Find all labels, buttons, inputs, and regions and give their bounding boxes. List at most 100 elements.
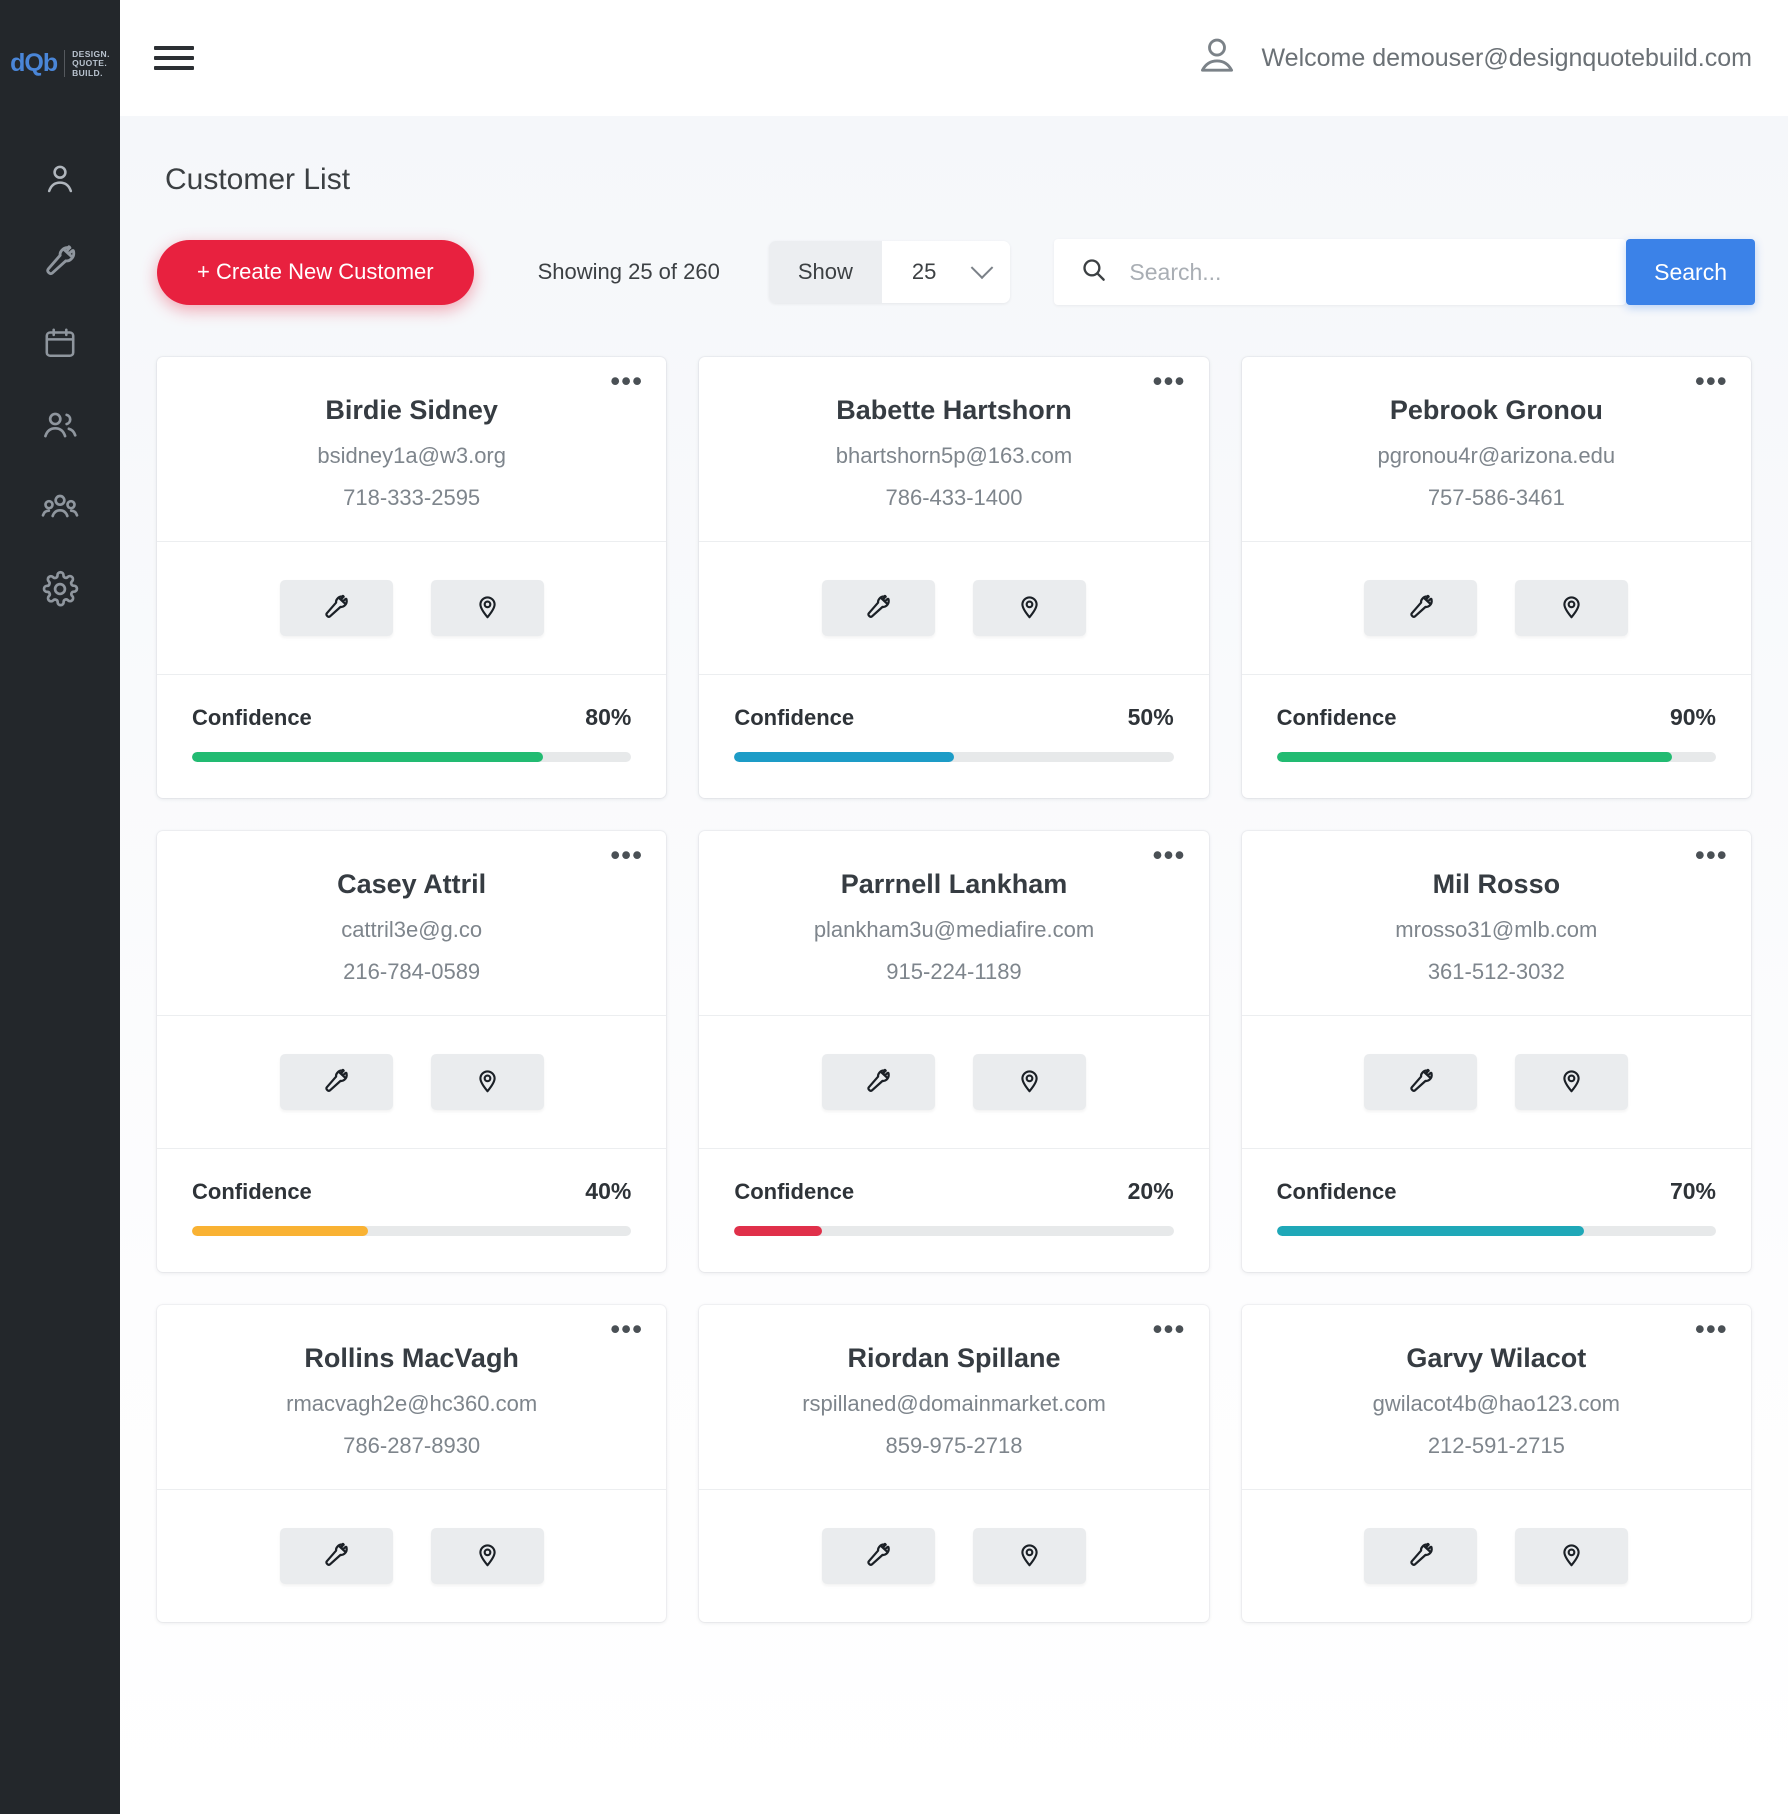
- customer-card: ••• Casey Attril cattril3e@g.co 216-784-058…: [157, 831, 667, 1272]
- customer-name: Rollins MacVagh: [304, 1343, 519, 1373]
- confidence-track: [734, 1226, 1174, 1236]
- customer-phone: 212-591-2715: [1427, 1433, 1565, 1458]
- gear-icon: [41, 570, 79, 608]
- people-icon: [41, 406, 79, 444]
- show-per-page-select[interactable]: 25: [881, 241, 1011, 303]
- calendar-icon: [42, 325, 78, 361]
- customer-card-header: ••• Casey Attril cattril3e@g.co 216-784-058…: [157, 831, 666, 1015]
- customer-email: mrosso31@mlb.com: [1395, 917, 1598, 942]
- customer-phone: 216-784-0589: [343, 959, 481, 984]
- confidence-label: Confidence: [1276, 1179, 1397, 1204]
- more-options-icon[interactable]: •••: [1153, 1316, 1186, 1343]
- customer-jobs-button[interactable]: [1364, 1528, 1478, 1584]
- customer-card: ••• Pebrook Gronou pgronou4r@arizona.edu 75…: [1241, 357, 1751, 798]
- sidebar-item-contacts[interactable]: [0, 384, 120, 466]
- showing-count-text: Showing 25 of 260: [537, 259, 720, 284]
- customer-jobs-button[interactable]: [279, 1054, 393, 1110]
- confidence-row: Confidence 90%: [1277, 704, 1716, 731]
- customer-jobs-button[interactable]: [821, 580, 935, 636]
- customer-jobs-button[interactable]: [1364, 1054, 1478, 1110]
- customer-jobs-button[interactable]: [1364, 580, 1478, 636]
- customer-location-button[interactable]: [972, 580, 1086, 636]
- customer-name: Riordan Spillane: [847, 1343, 1061, 1373]
- customer-card-actions: [1241, 1015, 1751, 1148]
- user-area[interactable]: Welcome demouser@designquotebuild.com: [1194, 33, 1752, 84]
- customer-name: Babette Hartshorn: [836, 395, 1072, 425]
- more-options-icon[interactable]: •••: [1153, 842, 1186, 869]
- customer-location-button[interactable]: [430, 580, 544, 636]
- customer-name: Garvy Wilacot: [1406, 1343, 1587, 1373]
- confidence-row: Confidence 70%: [1277, 1178, 1716, 1205]
- confidence-fill: [1276, 752, 1673, 762]
- customer-email: plankham3u@mediafire.com: [813, 917, 1095, 942]
- page-title: Customer List: [165, 163, 351, 196]
- create-new-customer-button[interactable]: + Create New Customer: [157, 239, 474, 305]
- hammer-icon: [1407, 1067, 1435, 1098]
- customer-card-header: ••• Birdie Sidney bsidney1a@w3.org 718-333-…: [157, 357, 666, 541]
- customer-phone: 361-512-3032: [1427, 959, 1565, 984]
- confidence-row: Confidence 40%: [192, 1178, 631, 1205]
- customer-card: ••• Birdie Sidney bsidney1a@w3.org 718-333-…: [157, 357, 667, 798]
- customer-location-button[interactable]: [430, 1054, 544, 1110]
- customer-card-actions: [1241, 1489, 1751, 1622]
- more-options-icon[interactable]: •••: [1695, 368, 1728, 395]
- more-options-icon[interactable]: •••: [1695, 1316, 1728, 1343]
- confidence-value: 80%: [585, 704, 632, 730]
- user-avatar-icon: [1194, 33, 1240, 84]
- customer-email: bhartshorn5p@163.com: [835, 443, 1073, 468]
- sidebar-item-schedule[interactable]: [0, 302, 120, 384]
- search-button[interactable]: Search: [1626, 239, 1755, 305]
- search-input[interactable]: [1129, 258, 1627, 286]
- customer-jobs-button[interactable]: [279, 580, 393, 636]
- customer-jobs-button[interactable]: [279, 1528, 393, 1584]
- customer-location-button[interactable]: [972, 1054, 1086, 1110]
- topbar: Welcome demouser@designquotebuild.com: [120, 0, 1788, 116]
- hammer-icon: [864, 1067, 892, 1098]
- confidence-label: Confidence: [734, 1179, 855, 1204]
- customer-phone: 786-287-8930: [343, 1433, 481, 1458]
- hamburger-icon[interactable]: [152, 41, 196, 75]
- customer-location-button[interactable]: [972, 1528, 1086, 1584]
- more-options-icon[interactable]: •••: [610, 1316, 643, 1343]
- confidence-label: Confidence: [1276, 705, 1397, 730]
- customer-location-button[interactable]: [1515, 1528, 1629, 1584]
- customer-card-grid: ••• Birdie Sidney bsidney1a@w3.org 718-333-…: [153, 305, 1755, 1622]
- more-options-icon[interactable]: •••: [610, 842, 643, 869]
- logo-tagline: DESIGN. QUOTE. BUILD.: [72, 50, 110, 78]
- sidebar-item-jobs[interactable]: [0, 220, 120, 302]
- customer-location-button[interactable]: [1515, 580, 1629, 636]
- customer-card-header: ••• Garvy Wilacot gwilacot4b@hao123.com 212…: [1242, 1305, 1751, 1489]
- customer-card: ••• Babette Hartshorn bhartshorn5p@163.com…: [699, 357, 1209, 798]
- customer-phone: 915-224-1189: [886, 959, 1022, 984]
- customer-location-button[interactable]: [430, 1528, 544, 1584]
- customer-location-button[interactable]: [1515, 1054, 1629, 1110]
- confidence-fill: [734, 752, 954, 762]
- customer-phone: 786-433-1400: [885, 485, 1023, 510]
- map-pin-icon: [474, 1541, 501, 1571]
- customer-jobs-button[interactable]: [821, 1528, 935, 1584]
- sidebar-item-customers[interactable]: [0, 138, 120, 220]
- sidebar-item-teams[interactable]: [0, 466, 120, 548]
- customer-email: bsidney1a@w3.org: [317, 443, 506, 468]
- show-per-page-value: 25: [911, 259, 937, 284]
- customer-confidence: Confidence 80%: [157, 674, 667, 798]
- customer-card: ••• Riordan Spillane rspillaned@domainmark…: [699, 1305, 1209, 1622]
- confidence-fill: [192, 752, 544, 762]
- customer-email: pgronou4r@arizona.edu: [1377, 443, 1616, 468]
- hammer-icon: [1407, 1541, 1435, 1572]
- toolbar: + Create New Customer Showing 25 of 260 …: [153, 197, 1755, 305]
- customer-jobs-button[interactable]: [821, 1054, 935, 1110]
- customer-name: Pebrook Gronou: [1389, 395, 1603, 425]
- logo[interactable]: dQb DESIGN. QUOTE. BUILD.: [0, 0, 120, 128]
- more-options-icon[interactable]: •••: [1695, 842, 1728, 869]
- customer-name: Casey Attril: [337, 869, 487, 899]
- more-options-icon[interactable]: •••: [1153, 368, 1186, 395]
- confidence-value: 20%: [1127, 1178, 1174, 1204]
- confidence-fill: [192, 1226, 368, 1236]
- group-icon: [40, 487, 80, 527]
- sidebar-item-settings[interactable]: [0, 548, 120, 630]
- more-options-icon[interactable]: •••: [610, 368, 643, 395]
- customer-name: Parrnell Lankham: [840, 869, 1068, 899]
- customer-card: ••• Garvy Wilacot gwilacot4b@hao123.com 212…: [1241, 1305, 1751, 1622]
- confidence-fill: [734, 1226, 823, 1236]
